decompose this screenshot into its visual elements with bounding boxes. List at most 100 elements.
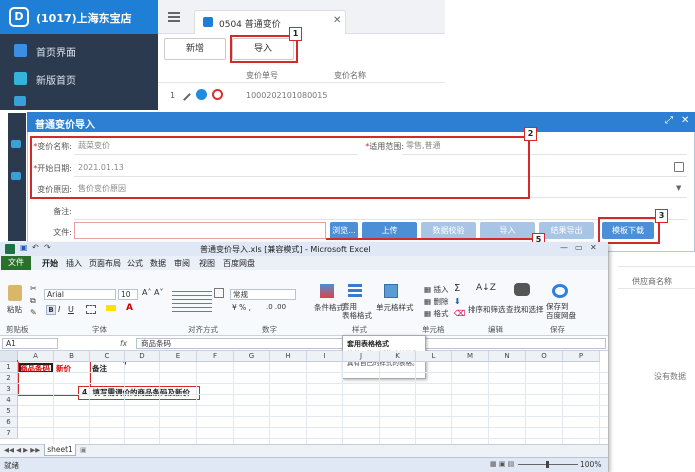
export-result-button[interactable]: 结果导出: [539, 222, 594, 239]
row-header-5[interactable]: 5: [0, 406, 18, 417]
font-color-icon[interactable]: A: [126, 303, 133, 313]
fill-color-icon[interactable]: [106, 305, 116, 311]
table-format-label[interactable]: 套用 表格格式: [342, 302, 372, 320]
sort-filter-label[interactable]: 排序和筛选: [468, 304, 506, 315]
sort-icon[interactable]: A↓Z: [476, 283, 496, 293]
italic-icon[interactable]: I: [58, 305, 60, 314]
tab-price-change[interactable]: 0504 普通变价 ✕: [194, 10, 346, 34]
import-dialog-button[interactable]: 导入: [480, 222, 535, 239]
column-header-l[interactable]: L: [416, 351, 452, 362]
fx-icon[interactable]: fx: [120, 339, 127, 348]
cell-style-label[interactable]: 单元格样式: [376, 302, 414, 313]
close-icon[interactable]: ✕: [590, 243, 597, 252]
upload-button[interactable]: 上传: [362, 222, 417, 239]
column-header-b[interactable]: B: [54, 351, 90, 362]
fill-icon[interactable]: ⬇: [454, 297, 461, 306]
close-icon[interactable]: ✕: [681, 115, 689, 126]
cut-icon[interactable]: ✂: [30, 284, 37, 293]
row-header-4[interactable]: 4: [0, 395, 18, 406]
sheet-tab-sheet1[interactable]: sheet1: [44, 444, 76, 456]
maximize-icon[interactable]: ⤢: [665, 115, 673, 126]
sidebar-item-home[interactable]: 首页界面: [0, 38, 158, 64]
column-header-k[interactable]: K: [380, 351, 416, 362]
row-header-1[interactable]: 1: [0, 362, 18, 373]
clear-icon[interactable]: ⌫: [454, 309, 465, 318]
column-header-m[interactable]: M: [452, 351, 489, 362]
menu-file[interactable]: 文件: [1, 256, 31, 270]
menu-home[interactable]: 开始: [42, 258, 58, 269]
chevron-down-icon[interactable]: ▼: [676, 184, 681, 192]
column-header-g[interactable]: G: [234, 351, 270, 362]
grow-font-icon[interactable]: A˄: [142, 288, 151, 297]
wrap-icon[interactable]: [214, 288, 224, 298]
column-header-e[interactable]: E: [160, 351, 197, 362]
minimize-icon[interactable]: —: [560, 243, 568, 252]
new-button[interactable]: 新增: [164, 38, 226, 60]
close-icon[interactable]: ✕: [333, 15, 341, 26]
cond-format-label[interactable]: 条件格式: [314, 302, 344, 313]
new-sheet-icon[interactable]: ▣: [80, 446, 87, 454]
forbid-icon[interactable]: [212, 89, 223, 100]
font-size-select[interactable]: 10: [118, 289, 138, 300]
font-name-select[interactable]: Arial: [44, 289, 116, 300]
insert-button[interactable]: ▦ 插入: [424, 284, 448, 295]
menu-layout[interactable]: 页面布局: [89, 258, 121, 269]
column-header-i[interactable]: I: [307, 351, 343, 362]
name-box[interactable]: A1: [2, 338, 58, 349]
decimal-icon[interactable]: .0 .00: [266, 303, 286, 311]
menu-baidu[interactable]: 百度网盘: [223, 258, 255, 269]
cell-style-icon[interactable]: [384, 284, 398, 298]
zoom-thumb[interactable]: [546, 461, 549, 468]
note-input[interactable]: [74, 203, 687, 220]
menu-review[interactable]: 审阅: [174, 258, 190, 269]
currency-icon[interactable]: ¥ % ,: [232, 303, 251, 312]
row-header-3[interactable]: 3: [0, 384, 18, 395]
restore-icon[interactable]: ▭: [575, 243, 583, 252]
underline-icon[interactable]: U: [68, 305, 74, 314]
file-input[interactable]: [74, 222, 326, 239]
copy-icon[interactable]: ⧉: [30, 296, 36, 306]
bold-icon[interactable]: B: [46, 305, 56, 315]
menu-data[interactable]: 数据: [150, 258, 166, 269]
sheet-nav-icons[interactable]: ◀◀ ◀ ▶ ▶▶: [4, 446, 40, 454]
row-header-6[interactable]: 6: [0, 417, 18, 428]
view-mode-icons[interactable]: ▦ ▣ ▤: [490, 460, 514, 468]
undo-icon[interactable]: ↶: [32, 243, 39, 252]
menu-icon[interactable]: [168, 12, 180, 22]
menu-insert[interactable]: 插入: [66, 258, 82, 269]
select-all-corner[interactable]: [0, 351, 18, 362]
column-header-n[interactable]: N: [489, 351, 526, 362]
sum-icon[interactable]: Σ: [454, 283, 460, 294]
column-header-d[interactable]: D: [125, 351, 160, 362]
baidu-cloud-icon[interactable]: [552, 284, 568, 298]
sidebar-item-new-home[interactable]: 新版首页: [0, 66, 158, 92]
save-icon[interactable]: ▣: [20, 243, 28, 252]
column-header-p[interactable]: P: [563, 351, 600, 362]
row-header-7[interactable]: 7: [0, 428, 18, 439]
border-icon[interactable]: [86, 305, 96, 314]
align-icons[interactable]: [172, 288, 212, 314]
column-header-a[interactable]: A: [18, 351, 54, 362]
browse-button[interactable]: 浏览...: [330, 222, 358, 239]
validate-button[interactable]: 数据校验: [421, 222, 476, 239]
paste-icon[interactable]: [8, 285, 22, 301]
check-icon[interactable]: [196, 89, 207, 100]
column-header-f[interactable]: F: [197, 351, 234, 362]
find-select-label[interactable]: 查找和选择: [506, 304, 544, 315]
save-to-baidu-label[interactable]: 保存到 百度网盘: [546, 302, 576, 320]
column-header-o[interactable]: O: [526, 351, 563, 362]
delete-button[interactable]: ▦ 删除: [424, 296, 448, 307]
shrink-font-icon[interactable]: A˅: [154, 288, 163, 297]
paste-label[interactable]: 粘贴: [7, 304, 22, 315]
binoculars-icon[interactable]: [514, 283, 530, 296]
row-header-2[interactable]: 2: [0, 373, 18, 384]
menu-formula[interactable]: 公式: [127, 258, 143, 269]
format-button[interactable]: ▦ 格式: [424, 308, 448, 319]
table-format-icon[interactable]: [348, 284, 362, 298]
column-header-h[interactable]: H: [270, 351, 307, 362]
format-painter-icon[interactable]: ✎: [30, 308, 37, 317]
menu-view[interactable]: 视图: [199, 258, 215, 269]
number-format-select[interactable]: 常规: [230, 289, 296, 300]
redo-icon[interactable]: ↷: [44, 243, 51, 252]
calendar-icon[interactable]: [674, 162, 684, 172]
